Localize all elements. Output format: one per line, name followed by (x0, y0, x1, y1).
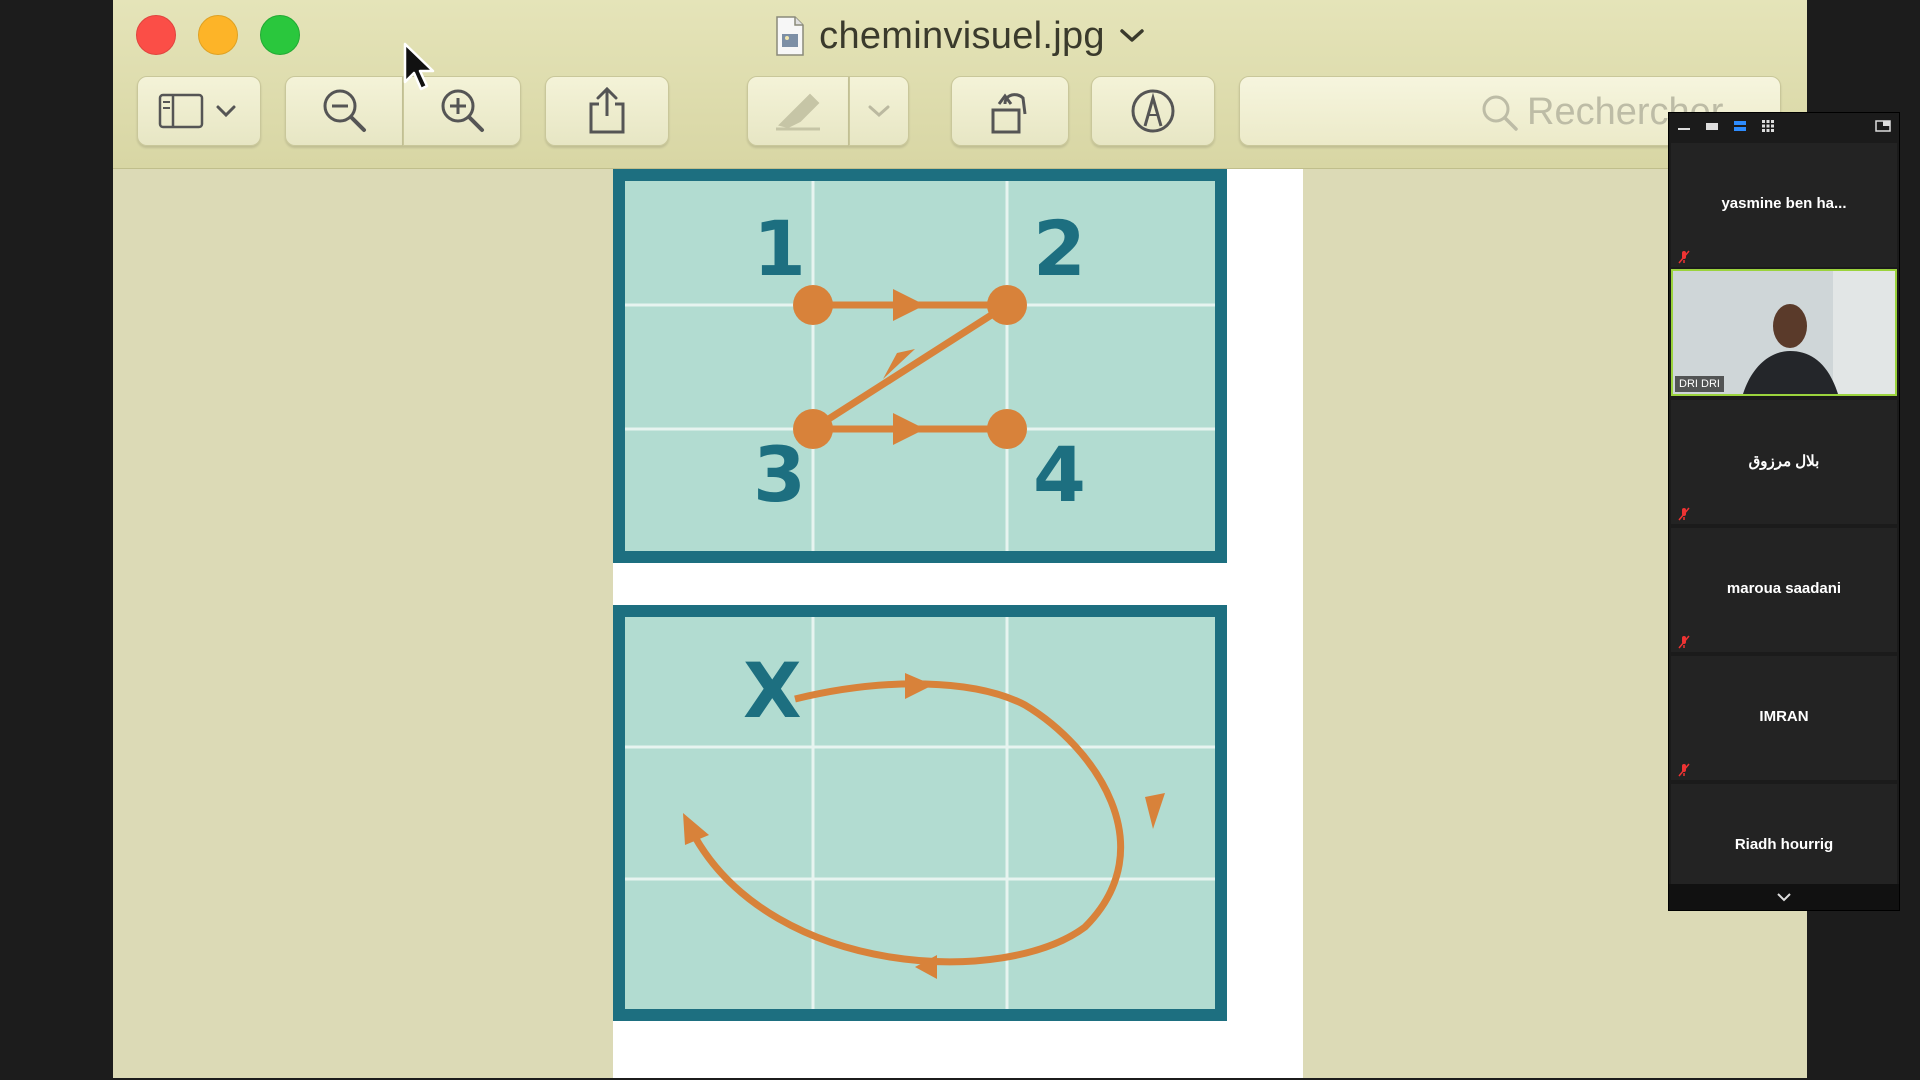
chevron-down-icon (1777, 893, 1791, 902)
figure-label-3: 3 (753, 430, 806, 519)
figure-label-x: X (743, 646, 802, 735)
share-button[interactable] (545, 76, 669, 146)
muted-mic-icon (1678, 250, 1690, 264)
chevron-down-icon (868, 105, 890, 118)
highlighter-icon (776, 93, 820, 131)
markup-button[interactable] (1091, 76, 1215, 146)
panel-toolbar (1669, 113, 1899, 139)
grid-view-icon[interactable] (1761, 120, 1775, 132)
participant-tile[interactable]: IMRAN (1671, 656, 1897, 780)
z-path-diagram (625, 181, 1215, 551)
highlight-button[interactable] (747, 76, 849, 146)
image-page: 1 2 3 4 X (613, 169, 1303, 1078)
circular-path-figure: X (613, 605, 1227, 1021)
sidebar-toggle-button[interactable] (137, 76, 261, 146)
participant-name: yasmine ben ha... (1721, 195, 1847, 212)
window-title: cheminvisuel.jpg (819, 14, 1105, 57)
image-file-icon (776, 16, 804, 56)
muted-mic-icon (1678, 507, 1690, 521)
panel-scroll-down[interactable] (1669, 884, 1899, 910)
z-path-figure: 1 2 3 4 (613, 169, 1227, 563)
pop-out-panel-icon[interactable] (1875, 120, 1891, 132)
participant-tile[interactable]: بلال مرزوق (1671, 400, 1897, 524)
window-title-area[interactable]: cheminvisuel.jpg (113, 10, 1807, 62)
chevron-down-icon[interactable] (1119, 27, 1145, 45)
muted-mic-icon (1678, 763, 1690, 777)
participant-name: maroua saadani (1726, 580, 1842, 597)
video-participants-panel: yasmine ben ha... DRI DRI بلال مرزوق mar… (1668, 112, 1900, 911)
figure-label-4: 4 (1033, 430, 1086, 519)
participant-video-tile[interactable]: DRI DRI (1671, 269, 1897, 396)
mouse-cursor-icon (403, 42, 435, 91)
search-icon (1482, 95, 1518, 131)
participant-name: Riadh hourrig (1734, 836, 1834, 853)
document-viewer[interactable]: 1 2 3 4 X (113, 169, 1807, 1078)
zoom-in-icon (441, 89, 484, 132)
highlight-menu-button[interactable] (849, 76, 909, 146)
zoom-out-button[interactable] (285, 76, 403, 146)
sidebar-icon (158, 93, 236, 129)
zoom-out-icon (323, 89, 366, 132)
participant-name: بلال مرزوق (1748, 453, 1820, 470)
preview-window: cheminvisuel.jpg Rechercher 1 2 3 4 X (113, 0, 1807, 1078)
markup-pen-icon (1131, 89, 1175, 133)
circular-path-diagram (625, 617, 1215, 1009)
figure-label-1: 1 (753, 204, 806, 293)
strip-view-icon[interactable] (1733, 120, 1747, 132)
figure-label-2: 2 (1033, 204, 1086, 293)
share-icon (589, 86, 625, 134)
participant-tile[interactable]: yasmine ben ha... (1671, 143, 1897, 267)
title-bar: cheminvisuel.jpg (113, 0, 1807, 169)
participant-name: DRI DRI (1675, 376, 1724, 392)
muted-mic-icon (1678, 635, 1690, 649)
participant-name: IMRAN (1759, 708, 1809, 725)
single-view-icon[interactable] (1705, 120, 1719, 132)
minimize-panel-icon[interactable] (1677, 120, 1691, 132)
rotate-button[interactable] (951, 76, 1069, 146)
participant-tile[interactable]: maroua saadani (1671, 528, 1897, 652)
rotate-left-icon (991, 93, 1027, 134)
